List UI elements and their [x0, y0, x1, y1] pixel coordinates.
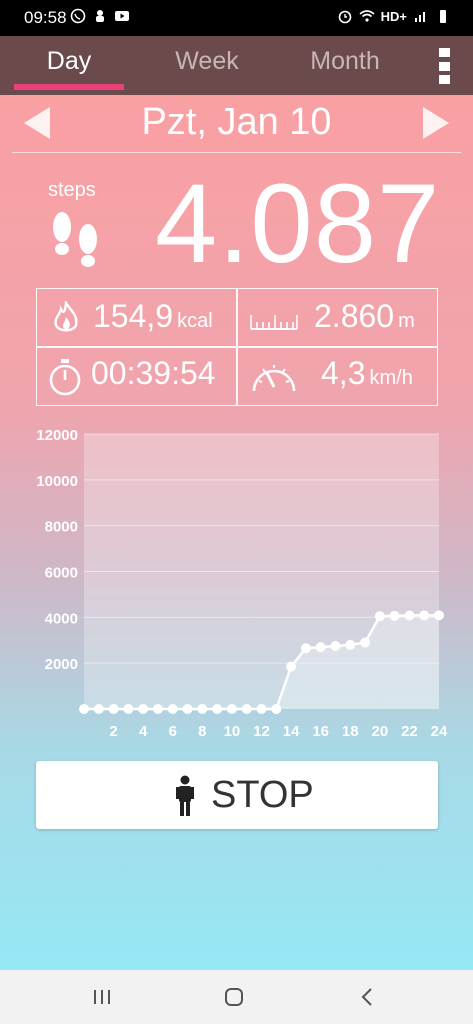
chart-data-point — [108, 704, 119, 714]
notification-icon — [96, 10, 104, 22]
chart-data-point — [330, 640, 341, 651]
date-navigator: Pzt, Jan 10 — [0, 95, 473, 153]
x-tick-label: 18 — [342, 723, 359, 740]
speed-stat: 4,3 km/h — [321, 355, 413, 392]
duration-stat: 00:39:54 — [91, 355, 216, 392]
chart-data-point — [345, 639, 356, 650]
network-label: HD+ — [380, 8, 407, 24]
tab-day[interactable]: Day — [14, 47, 124, 76]
chart-data-point — [197, 704, 208, 714]
chart-data-point — [271, 704, 282, 714]
alarm-icon — [338, 10, 351, 24]
ruler-icon — [250, 315, 298, 330]
chart-data-point — [182, 704, 193, 714]
date-label: Pzt, Jan 10 — [141, 101, 332, 143]
overflow-menu-icon[interactable] — [439, 48, 451, 84]
signal-icon — [415, 12, 425, 22]
steps-chart: 2000 4000 6000 8000 10000 12000 2 4 6 8 10 12 14 16 18… — [0, 422, 473, 752]
y-tick-label: 12000 — [36, 427, 78, 444]
distance-stat: 2.860 m — [314, 298, 415, 335]
speed-unit: km/h — [369, 367, 413, 389]
steps-count: 4.087 — [155, 161, 441, 286]
y-tick-label: 6000 — [45, 565, 78, 582]
back-icon[interactable] — [356, 985, 380, 1009]
chart-data-point — [212, 704, 223, 714]
stopwatch-icon — [49, 359, 81, 396]
chart-data-point — [434, 610, 444, 621]
chart-data-point — [167, 704, 178, 714]
status-bar: 09:58 HD+ — [0, 0, 473, 36]
y-tick-label: 2000 — [45, 656, 78, 673]
chart-data-point — [138, 704, 149, 714]
chart-data-point — [123, 704, 134, 714]
x-tick-label: 10 — [224, 723, 241, 740]
person-icon — [176, 775, 194, 816]
chart-data-point — [389, 610, 400, 621]
next-day-button[interactable] — [421, 105, 451, 141]
active-tab-indicator — [14, 84, 124, 90]
chart-data-point — [300, 643, 311, 654]
x-tick-label: 8 — [198, 723, 206, 740]
stop-label: STOP — [211, 774, 314, 816]
x-tick-label: 4 — [139, 723, 148, 740]
x-tick-label: 16 — [312, 723, 329, 740]
home-icon[interactable] — [222, 985, 246, 1009]
calories-value: 154,9 — [93, 298, 174, 334]
tab-month[interactable]: Month — [290, 47, 400, 76]
chart-data-point — [315, 642, 326, 653]
wifi-icon — [359, 10, 375, 22]
chart-data-point — [374, 611, 385, 622]
chart-data-point — [286, 661, 297, 672]
divider — [12, 152, 461, 153]
calories-unit: kcal — [177, 310, 213, 332]
chart-data-point — [226, 704, 237, 714]
steps-chart-svg: 200040006000800010000120002 4 6 8 10 12 14 16 18… — [36, 427, 448, 740]
chart-data-point — [93, 704, 104, 714]
chart-data-point — [404, 610, 415, 621]
x-tick-label: 24 — [431, 723, 448, 740]
navigation-bar — [0, 970, 473, 1024]
stop-button[interactable]: STOP — [36, 761, 438, 829]
stats-grid: 154,9 kcal 2.860 m 00:39:54 4,3 km/h — [36, 288, 438, 406]
chart-data-point — [79, 704, 89, 714]
y-tick-label: 10000 — [36, 473, 78, 490]
x-tick-label: 20 — [371, 723, 388, 740]
distance-unit: m — [398, 310, 415, 332]
x-tick-label: 22 — [401, 723, 418, 740]
chart-data-point — [241, 704, 252, 714]
chart-data-point — [256, 704, 267, 714]
speedometer-icon — [252, 365, 296, 392]
distance-value: 2.860 — [314, 298, 395, 334]
whatsapp-icon — [70, 8, 86, 24]
chart-data-point — [360, 637, 371, 648]
youtube-icon — [115, 11, 129, 21]
y-tick-label: 4000 — [45, 610, 78, 627]
x-tick-label: 2 — [109, 723, 117, 740]
x-tick-label: 6 — [169, 723, 177, 740]
tab-bar: Day Week Month — [0, 36, 473, 95]
y-tick-label: 8000 — [45, 519, 78, 536]
status-time: 09:58 — [24, 8, 67, 27]
chart-data-point — [152, 704, 163, 714]
battery-icon — [440, 10, 446, 23]
steps-label: steps — [48, 179, 96, 201]
duration-value: 00:39:54 — [91, 355, 216, 391]
chart-data-point — [419, 610, 430, 621]
calories-stat: 154,9 kcal — [93, 298, 213, 335]
speed-value: 4,3 — [321, 355, 366, 391]
x-tick-label: 12 — [253, 723, 270, 740]
flame-icon — [54, 301, 78, 332]
main-content: Pzt, Jan 10 steps 4.087 154,9 kcal 2.860 m — [0, 95, 473, 970]
recent-apps-icon[interactable] — [90, 985, 114, 1009]
tab-week[interactable]: Week — [152, 47, 262, 76]
footprints-icon — [53, 212, 97, 267]
x-tick-label: 14 — [283, 723, 300, 740]
